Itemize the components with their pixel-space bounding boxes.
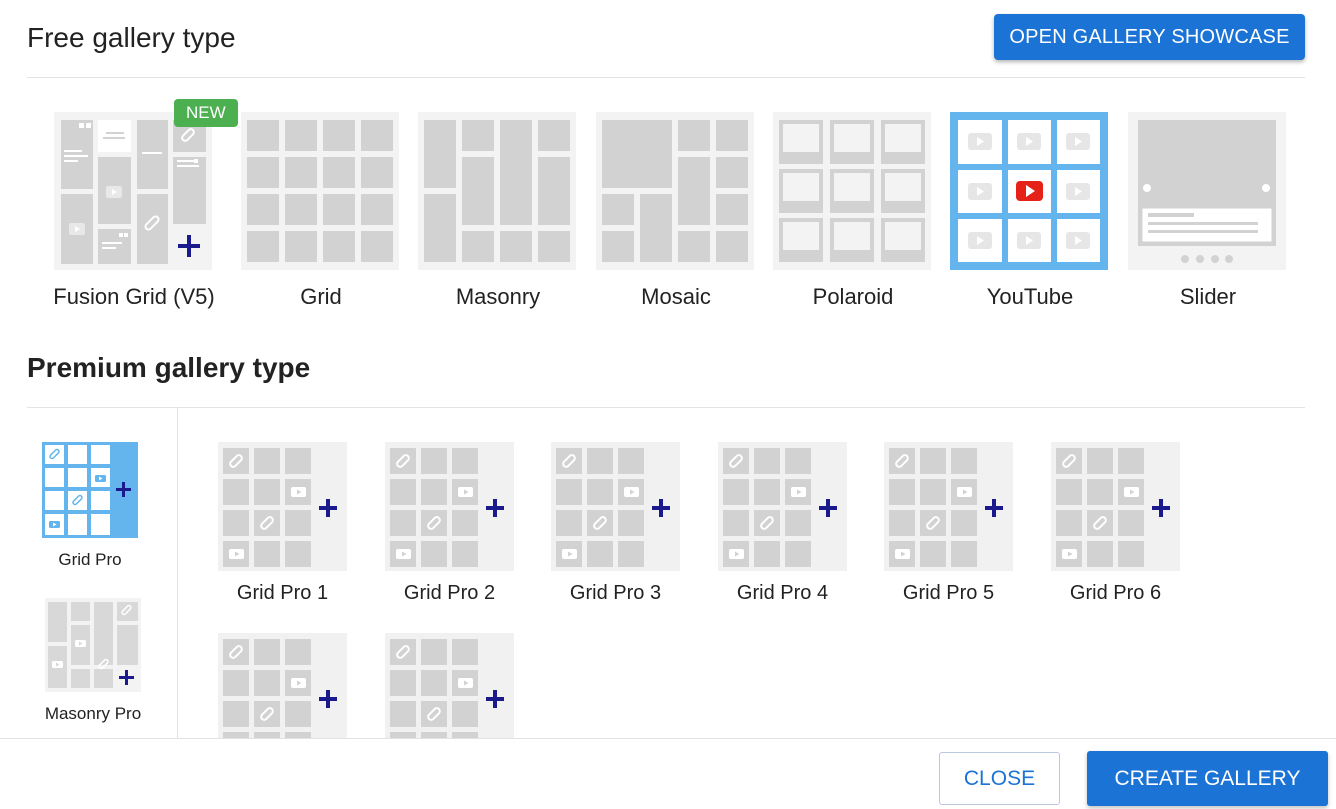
gallery-type-youtube[interactable]: YouTube (950, 112, 1110, 309)
premium-item-label: Grid Pro 1 (236, 582, 329, 604)
premium-item-grid-pro-4[interactable]: Grid Pro 4 (718, 442, 847, 604)
category-divider (177, 408, 178, 738)
gallery-type-polaroid[interactable]: Polaroid (773, 112, 933, 309)
premium-item-label: Grid Pro 2 (403, 582, 496, 604)
polaroid-thumbnail-icon (773, 112, 931, 270)
gallery-type-fusion-grid[interactable]: Fusion Grid (V5) (53, 112, 215, 309)
masonry-pro-category-icon (45, 598, 141, 692)
new-badge: NEW (174, 99, 238, 127)
gallery-type-label: Polaroid (812, 284, 894, 309)
premium-item-grid-pro-3[interactable]: Grid Pro 3 (551, 442, 680, 604)
grid-thumbnail-icon (241, 112, 399, 270)
grid-pro-thumbnail-icon (218, 442, 347, 576)
divider (27, 77, 1305, 78)
premium-item-label: Grid Pro 6 (1069, 582, 1162, 604)
grid-pro-thumbnail-icon (884, 442, 1013, 576)
gallery-type-label: YouTube (986, 284, 1074, 309)
close-button[interactable]: CLOSE (939, 752, 1060, 805)
free-gallery-type-heading: Free gallery type (27, 22, 236, 53)
category-label: Masonry Pro (44, 704, 142, 723)
gallery-type-label: Mosaic (641, 284, 711, 309)
fusion-grid-thumbnail-icon (54, 112, 212, 270)
gallery-type-label: Masonry (455, 284, 541, 309)
open-gallery-showcase-button[interactable]: OPEN GALLERY SHOWCASE (994, 14, 1305, 60)
gallery-type-label: Fusion Grid (V5) (53, 284, 215, 309)
premium-item-grid-pro-2[interactable]: Grid Pro 2 (385, 442, 514, 604)
premium-item-grid-pro-5[interactable]: Grid Pro 5 (884, 442, 1013, 604)
masonry-thumbnail-icon (418, 112, 576, 270)
gallery-type-grid[interactable]: Grid (241, 112, 401, 309)
gallery-type-mosaic[interactable]: Mosaic (596, 112, 756, 309)
premium-item-label: Grid Pro 5 (902, 582, 995, 604)
gallery-type-dialog: Free gallery type OPEN GALLERY SHOWCASE … (0, 0, 1336, 809)
slider-thumbnail-icon (1128, 112, 1286, 270)
youtube-thumbnail-icon (950, 112, 1108, 270)
category-grid-pro[interactable] (42, 442, 138, 543)
grid-pro-thumbnail-icon (718, 442, 847, 576)
gallery-type-masonry[interactable]: Masonry (418, 112, 578, 309)
premium-item-label: Grid Pro 4 (736, 582, 829, 604)
category-masonry-pro[interactable] (45, 598, 141, 697)
category-label: Grid Pro (58, 550, 122, 569)
gallery-type-label: Grid (300, 284, 342, 309)
premium-gallery-type-heading: Premium gallery type (27, 352, 311, 383)
premium-item-grid-pro-6[interactable]: Grid Pro 6 (1051, 442, 1180, 604)
create-gallery-button[interactable]: CREATE GALLERY (1087, 751, 1328, 806)
premium-item-grid-pro-1[interactable]: Grid Pro 1 (218, 442, 347, 604)
gallery-type-slider[interactable]: Slider (1128, 112, 1288, 309)
grid-pro-category-icon (42, 442, 138, 538)
grid-pro-thumbnail-icon (385, 442, 514, 576)
divider (27, 407, 1305, 408)
mosaic-thumbnail-icon (596, 112, 754, 270)
grid-pro-thumbnail-icon (551, 442, 680, 576)
gallery-type-label: Slider (1179, 284, 1237, 309)
grid-pro-thumbnail-icon (1051, 442, 1180, 576)
premium-item-label: Grid Pro 3 (569, 582, 662, 604)
